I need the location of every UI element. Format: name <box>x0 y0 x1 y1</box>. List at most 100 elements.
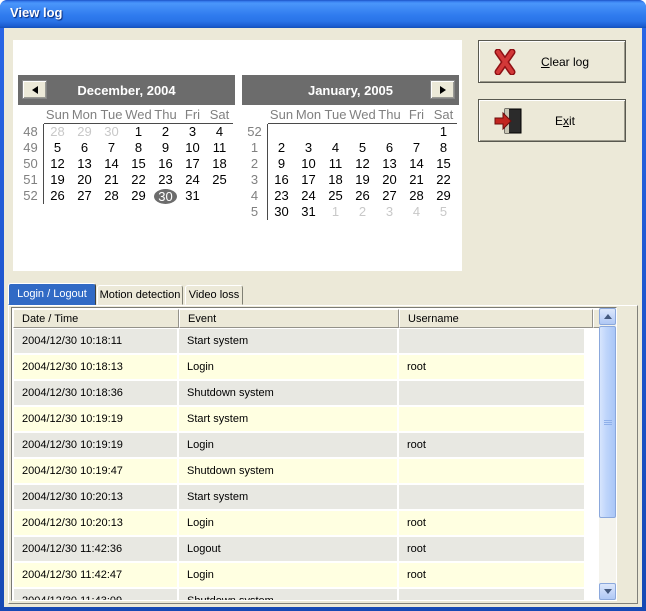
down-arrow-icon <box>604 589 612 594</box>
calendar-day[interactable]: 1 <box>430 124 457 140</box>
calendar-day[interactable]: 27 <box>376 188 403 204</box>
prev-month-button[interactable] <box>22 80 47 99</box>
exit-button[interactable]: Exit <box>478 99 626 142</box>
calendar-day[interactable]: 6 <box>376 140 403 156</box>
cell-username: root <box>399 537 584 561</box>
calendar-day[interactable]: 21 <box>403 172 430 188</box>
calendar-day[interactable]: 29 <box>430 188 457 204</box>
calendar-day[interactable]: 30 <box>152 188 179 204</box>
calendar-day[interactable]: 4 <box>206 124 233 140</box>
calendar-day[interactable]: 23 <box>268 188 295 204</box>
calendar-day[interactable]: 2 <box>268 140 295 156</box>
tab-video-loss[interactable]: Video loss <box>185 285 243 305</box>
calendar-day[interactable]: 31 <box>179 188 206 204</box>
log-row[interactable]: 2004/12/30 11:42:36Logoutroot <box>14 537 584 561</box>
calendar-day[interactable]: 4 <box>322 140 349 156</box>
title-bar[interactable]: View log <box>0 0 646 28</box>
calendar-day[interactable]: 19 <box>44 172 71 188</box>
calendar-day[interactable]: 28 <box>44 124 71 140</box>
log-row[interactable]: 2004/12/30 10:18:13Loginroot <box>14 355 584 379</box>
scrollbar-thumb[interactable] <box>599 326 616 518</box>
log-row[interactable]: 2004/12/30 10:19:47Shutdown system <box>14 459 584 483</box>
log-row[interactable]: 2004/12/30 10:20:13Loginroot <box>14 511 584 535</box>
calendar-day[interactable]: 6 <box>71 140 98 156</box>
calendar-day[interactable]: 9 <box>152 140 179 156</box>
calendar-day[interactable]: 8 <box>125 140 152 156</box>
calendar-day[interactable]: 20 <box>376 172 403 188</box>
calendar-day[interactable]: 17 <box>179 156 206 172</box>
calendar-day[interactable]: 26 <box>349 188 376 204</box>
calendar-day[interactable]: 8 <box>430 140 457 156</box>
calendar-day[interactable]: 7 <box>98 140 125 156</box>
scroll-up-button[interactable] <box>599 308 616 325</box>
week-number: 49 <box>18 140 44 156</box>
calendar-day[interactable]: 16 <box>152 156 179 172</box>
calendar-day[interactable]: 1 <box>125 124 152 140</box>
calendar-day <box>403 124 430 140</box>
calendar-day[interactable]: 28 <box>98 188 125 204</box>
calendar-day[interactable]: 14 <box>403 156 430 172</box>
calendar-day[interactable]: 27 <box>71 188 98 204</box>
calendar-day[interactable]: 9 <box>268 156 295 172</box>
calendar-day[interactable]: 10 <box>295 156 322 172</box>
calendar-day[interactable]: 29 <box>125 188 152 204</box>
calendar-day[interactable]: 11 <box>206 140 233 156</box>
calendar-day[interactable]: 23 <box>152 172 179 188</box>
calendar-day[interactable]: 26 <box>44 188 71 204</box>
calendar-day[interactable]: 16 <box>268 172 295 188</box>
calendar-day[interactable]: 15 <box>430 156 457 172</box>
column-header-username[interactable]: Username <box>399 309 593 328</box>
calendar-day[interactable]: 2 <box>349 204 376 220</box>
log-row[interactable]: 2004/12/30 10:18:36Shutdown system <box>14 381 584 405</box>
tab-login-logout[interactable]: Login / Logout <box>8 283 96 305</box>
calendar-day[interactable]: 14 <box>98 156 125 172</box>
calendar-day[interactable]: 24 <box>295 188 322 204</box>
calendar-day[interactable]: 19 <box>349 172 376 188</box>
calendar-day[interactable]: 7 <box>403 140 430 156</box>
calendar-day[interactable]: 22 <box>125 172 152 188</box>
calendar-day[interactable]: 11 <box>322 156 349 172</box>
calendar-day[interactable]: 17 <box>295 172 322 188</box>
calendar-day[interactable]: 25 <box>206 172 233 188</box>
vertical-scrollbar[interactable] <box>599 308 616 600</box>
calendar-day[interactable]: 5 <box>44 140 71 156</box>
log-row[interactable]: 2004/12/30 10:19:19Start system <box>14 407 584 431</box>
calendar-day[interactable]: 5 <box>430 204 457 220</box>
calendar-day[interactable]: 12 <box>44 156 71 172</box>
calendar-day[interactable]: 12 <box>349 156 376 172</box>
log-row[interactable]: 2004/12/30 11:42:47Loginroot <box>14 563 584 587</box>
calendar-day[interactable]: 22 <box>430 172 457 188</box>
calendar-day[interactable]: 28 <box>403 188 430 204</box>
column-header-event[interactable]: Event <box>179 309 399 328</box>
calendar-day[interactable]: 30 <box>98 124 125 140</box>
log-row[interactable]: 2004/12/30 10:19:19Loginroot <box>14 433 584 457</box>
calendar-day[interactable]: 10 <box>179 140 206 156</box>
calendar-day[interactable]: 15 <box>125 156 152 172</box>
log-row[interactable]: 2004/12/30 10:20:13Start system <box>14 485 584 509</box>
calendar-day[interactable]: 30 <box>268 204 295 220</box>
calendar-day[interactable]: 31 <box>295 204 322 220</box>
calendar-day[interactable]: 5 <box>349 140 376 156</box>
calendar-day[interactable]: 18 <box>206 156 233 172</box>
calendar-day[interactable]: 2 <box>152 124 179 140</box>
calendar-day[interactable]: 3 <box>179 124 206 140</box>
calendar-day[interactable]: 20 <box>71 172 98 188</box>
calendar-day[interactable]: 21 <box>98 172 125 188</box>
calendar-day[interactable]: 29 <box>71 124 98 140</box>
calendar-day[interactable]: 25 <box>322 188 349 204</box>
log-row[interactable]: 2004/12/30 10:18:11Start system <box>14 329 584 353</box>
calendar-day[interactable]: 18 <box>322 172 349 188</box>
calendar-day[interactable]: 13 <box>71 156 98 172</box>
calendar-day[interactable]: 24 <box>179 172 206 188</box>
calendar-day[interactable]: 1 <box>322 204 349 220</box>
clear-log-button[interactable]: Clear log <box>478 40 626 83</box>
calendar-day[interactable]: 3 <box>295 140 322 156</box>
tab-motion-detection[interactable]: Motion detection <box>97 285 183 305</box>
calendar-day[interactable]: 3 <box>376 204 403 220</box>
calendar-day[interactable]: 4 <box>403 204 430 220</box>
column-header-date-time[interactable]: Date / Time <box>13 309 179 328</box>
scroll-down-button[interactable] <box>599 583 616 600</box>
next-month-button[interactable] <box>430 80 455 99</box>
calendar-day[interactable]: 13 <box>376 156 403 172</box>
log-row[interactable]: 2004/12/30 11:43:09Shutdown system <box>14 589 584 600</box>
